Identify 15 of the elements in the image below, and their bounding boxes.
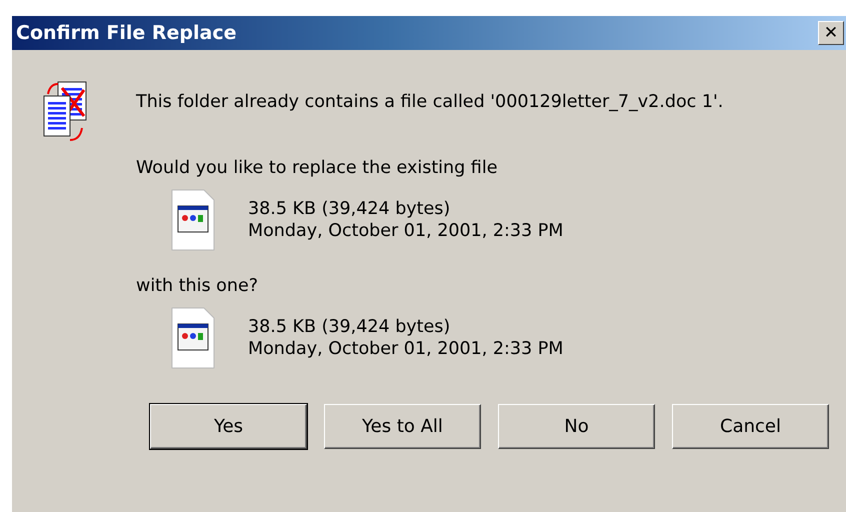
dialog-button[interactable]: Yes bbox=[150, 404, 307, 449]
dialog-button[interactable]: No bbox=[498, 404, 655, 449]
message-text: This folder already contains a file called '000129letter_7_v2.doc 1'. bbox=[136, 92, 724, 112]
file-icon bbox=[170, 306, 216, 370]
file-icon bbox=[170, 188, 216, 252]
dialog-button[interactable]: Yes to All bbox=[324, 404, 481, 449]
question-text: Would you like to replace the existing file bbox=[136, 158, 498, 178]
close-button[interactable]: ✕ bbox=[818, 21, 844, 45]
dialog-button[interactable]: Cancel bbox=[672, 404, 829, 449]
file-size: 38.5 KB (39,424 bytes) bbox=[248, 317, 452, 337]
window-title: Confirm File Replace bbox=[16, 22, 236, 44]
file-modified-date: Monday, October 01, 2001, 2:33 PM bbox=[248, 221, 564, 241]
file-modified-date: Monday, October 01, 2001, 2:33 PM bbox=[248, 339, 564, 359]
question-text: with this one? bbox=[136, 276, 260, 296]
file-size: 38.5 KB (39,424 bytes) bbox=[248, 199, 452, 219]
